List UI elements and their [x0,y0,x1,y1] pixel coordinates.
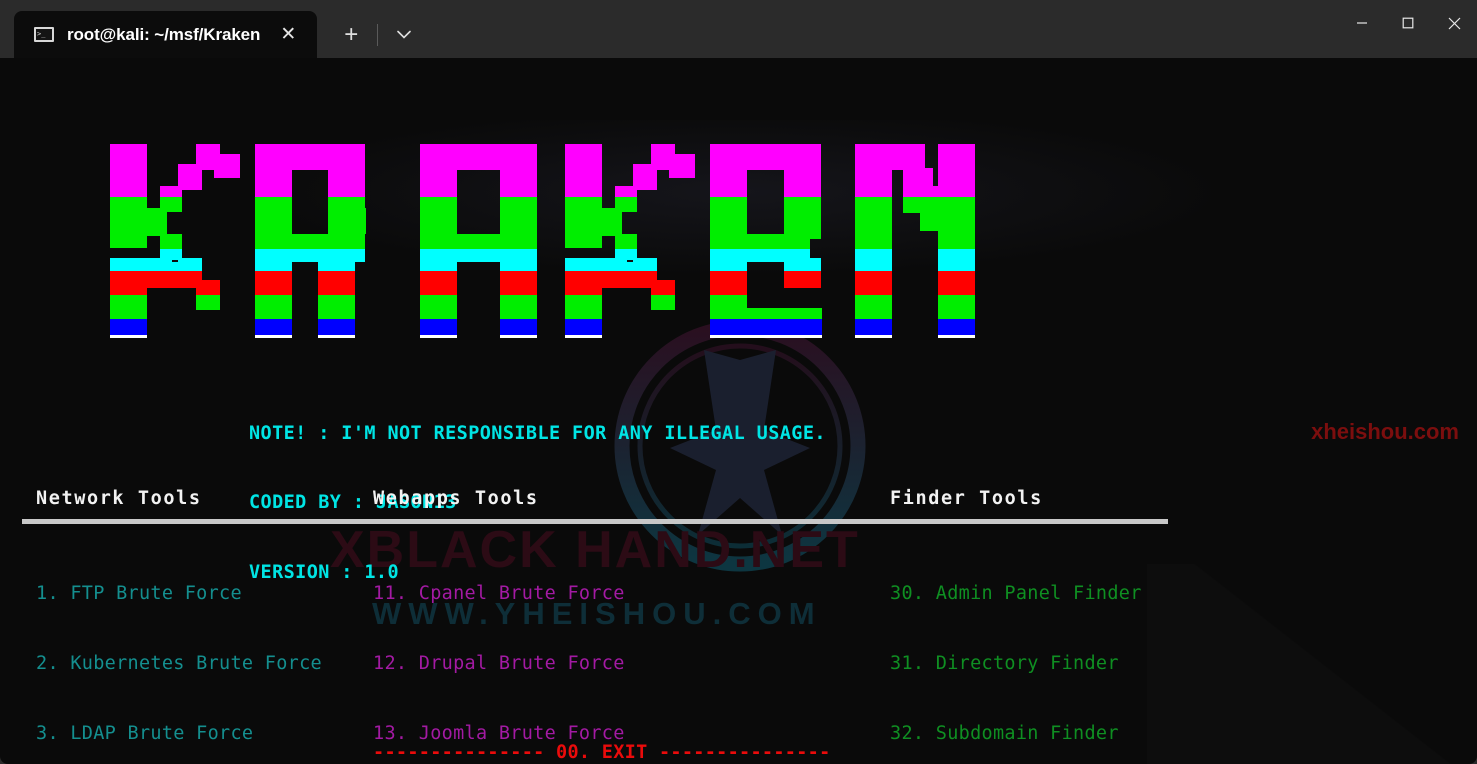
chevron-down-icon[interactable] [384,11,424,58]
header-divider [22,519,1168,524]
window-controls [1339,0,1477,46]
menu-item[interactable]: 32. Subdomain Finder [890,722,1142,745]
menu-column-webapps: 11. Cpanel Brute Force 12. Drupal Brute … [373,536,682,764]
menu-item[interactable]: 11. Cpanel Brute Force [373,582,682,605]
title-bar: root@kali: ~/msf/Kraken ✕ + [0,0,1477,58]
tab-close-icon[interactable]: ✕ [273,20,303,50]
column-header-finder: Finder Tools [890,488,1043,509]
kraken-ascii-banner [0,58,1477,358]
note-disclaimer: NOTE! : I'M NOT RESPONSIBLE FOR ANY ILLE… [249,422,826,444]
terminal-window: root@kali: ~/msf/Kraken ✕ + [0,0,1477,764]
menu-item[interactable]: 31. Directory Finder [890,652,1142,675]
corner-shadow [1147,564,1477,764]
menu-column-finder: 30. Admin Panel Finder 31. Directory Fin… [890,536,1142,764]
menu-item[interactable]: 12. Drupal Brute Force [373,652,682,675]
toolbar-divider [377,24,379,46]
terminal-icon [34,27,54,42]
menu-item-exit[interactable]: --------------- 00. EXIT --------------- [373,742,831,763]
menu-item[interactable]: 2. Kubernetes Brute Force [36,652,322,675]
menu-item[interactable]: 3. LDAP Brute Force [36,722,322,745]
tab-root-kali[interactable]: root@kali: ~/msf/Kraken ✕ [14,11,318,58]
minimize-icon[interactable] [1339,0,1385,46]
terminal-content[interactable]: XBLACK HAND.NET WWW.YHEISHOU.COM xheisho… [0,58,1477,764]
watermark-corner: xheishou.com [1311,419,1459,444]
new-tab-button[interactable]: + [331,11,371,58]
menu-item[interactable]: 30. Admin Panel Finder [890,582,1142,605]
maximize-icon[interactable] [1385,0,1431,46]
menu-column-network: 1. FTP Brute Force 2. Kubernetes Brute F… [36,536,322,764]
tab-strip: root@kali: ~/msf/Kraken ✕ + [0,0,424,58]
menu-item[interactable]: 1. FTP Brute Force [36,582,322,605]
menu-headers: Network Tools Webapps Tools Finder Tools [0,488,1477,518]
tab-title: root@kali: ~/msf/Kraken [67,24,261,44]
column-header-network: Network Tools [36,488,202,509]
column-header-webapps: Webapps Tools [373,488,539,509]
close-icon[interactable] [1431,0,1477,46]
